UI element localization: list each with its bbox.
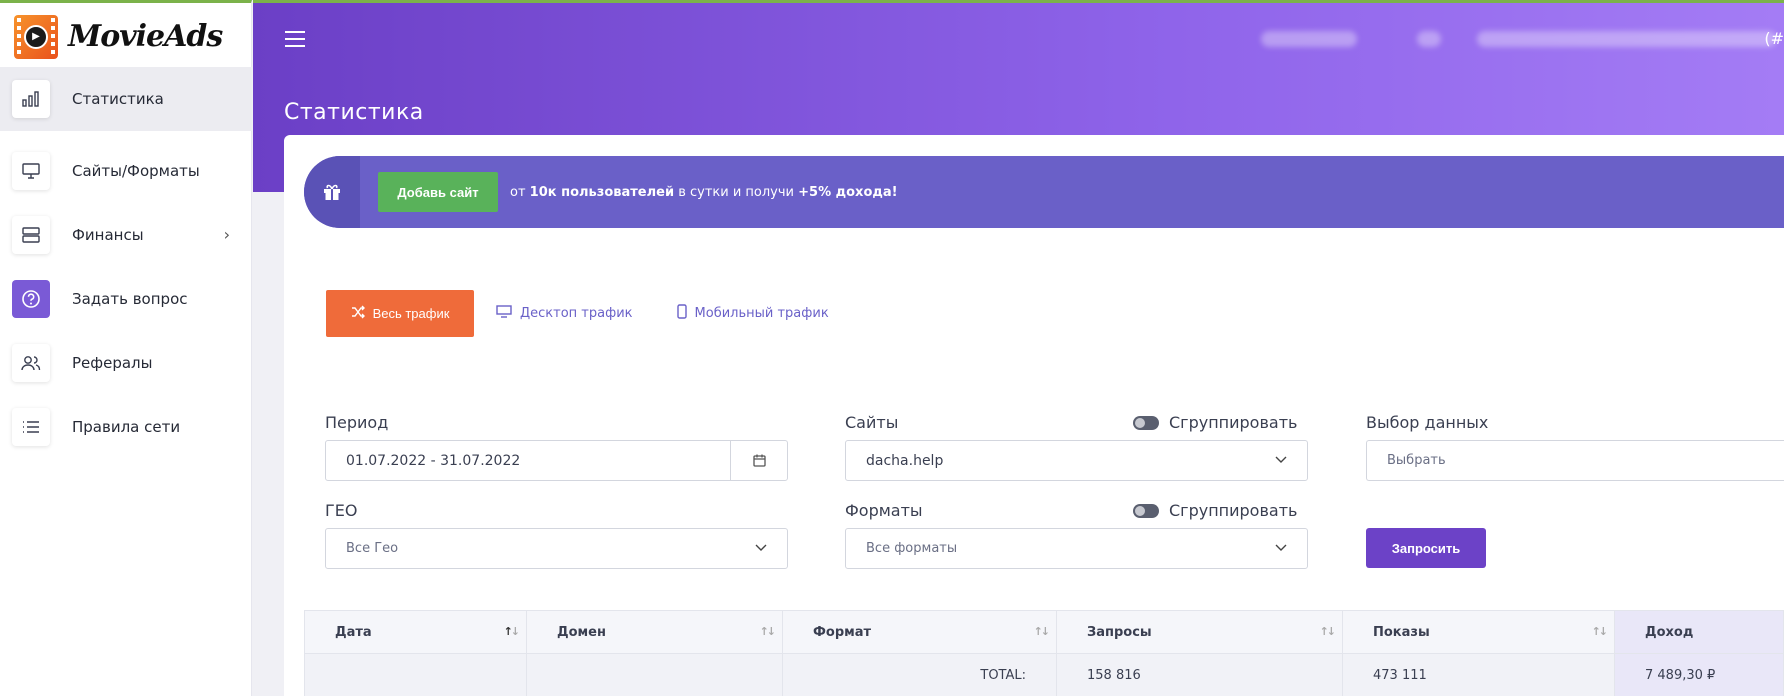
sort-icon[interactable]: ↑↓ bbox=[504, 625, 521, 638]
sort-icon[interactable]: ↑↓ bbox=[1592, 625, 1609, 638]
sort-icon[interactable]: ↑↓ bbox=[760, 625, 777, 638]
sidebar-item-rules[interactable]: Правила сети bbox=[0, 395, 252, 459]
user-email[interactable] bbox=[1477, 31, 1777, 47]
geo-select[interactable]: Все Гео bbox=[325, 528, 788, 569]
film-play-icon: ▶ bbox=[14, 14, 58, 59]
desktop-icon bbox=[496, 305, 512, 322]
tab-mobile-traffic[interactable]: Мобильный трафик bbox=[676, 290, 829, 337]
period-label: Период bbox=[325, 413, 389, 432]
monitor-icon bbox=[12, 152, 50, 190]
question-circle-icon bbox=[12, 280, 50, 318]
promo-text: от 10к пользователей в сутки и получи +5… bbox=[510, 184, 898, 200]
sort-icon[interactable]: ↑↓ bbox=[1320, 625, 1337, 638]
data-select[interactable]: Выбрать bbox=[1366, 440, 1784, 481]
sidebar-item-finance[interactable]: Финансы › bbox=[0, 203, 252, 267]
toggle-switch[interactable] bbox=[1133, 503, 1159, 518]
sidebar-item-label: Финансы bbox=[72, 226, 144, 244]
shuffle-icon bbox=[351, 305, 365, 322]
calendar-icon[interactable] bbox=[730, 441, 787, 480]
sidebar-item-label: Статистика bbox=[72, 90, 164, 108]
mobile-icon bbox=[676, 304, 687, 323]
server-icon bbox=[12, 216, 50, 254]
sidebar-item-statistics[interactable]: Статистика bbox=[0, 67, 252, 131]
sites-group-toggle[interactable]: Сгруппировать bbox=[1133, 413, 1297, 432]
total-income: 7 489,30 ₽ bbox=[1614, 653, 1784, 696]
sites-label: Сайты bbox=[845, 413, 899, 432]
users-icon bbox=[12, 344, 50, 382]
total-domain-cell bbox=[526, 653, 783, 696]
sidebar: ▶ MovieAds Статистика Сайты/Форматы Фина… bbox=[0, 0, 252, 696]
total-impressions: 473 111 bbox=[1342, 653, 1615, 696]
tab-desktop-traffic[interactable]: Десктоп трафик bbox=[496, 290, 633, 337]
traffic-tabs: Весь трафик Десктоп трафик Мобильный тра… bbox=[326, 290, 829, 337]
page-title: Статистика bbox=[284, 100, 424, 125]
formats-group-toggle[interactable]: Сгруппировать bbox=[1133, 501, 1297, 520]
column-header-format[interactable]: Формат ↑↓ bbox=[782, 610, 1057, 654]
total-requests: 158 816 bbox=[1056, 653, 1343, 696]
add-site-button[interactable]: Добавь сайт bbox=[378, 172, 498, 212]
chevron-down-icon bbox=[1275, 541, 1287, 555]
user-id: (# bbox=[1764, 29, 1784, 48]
stats-table: Дата ↑↓ Домен ↑↓ Формат ↑↓ Запросы ↑↓ Показы… bbox=[304, 610, 1784, 696]
sidebar-item-label: Сайты/Форматы bbox=[72, 162, 200, 180]
logo[interactable]: ▶ MovieAds bbox=[0, 3, 251, 70]
sidebar-item-label: Рефералы bbox=[72, 354, 153, 372]
list-icon bbox=[12, 408, 50, 446]
sort-icon[interactable]: ↑↓ bbox=[1034, 625, 1051, 638]
column-header-impressions[interactable]: Показы ↑↓ bbox=[1342, 610, 1615, 654]
period-input[interactable]: 01.07.2022 - 31.07.2022 bbox=[325, 440, 788, 481]
language-selector[interactable] bbox=[1261, 31, 1357, 47]
bar-chart-icon bbox=[12, 80, 50, 118]
formats-select[interactable]: Все форматы bbox=[845, 528, 1308, 569]
chevron-right-icon: › bbox=[223, 225, 230, 244]
sites-select[interactable]: dacha.help bbox=[845, 440, 1308, 481]
sidebar-item-sites[interactable]: Сайты/Форматы bbox=[0, 139, 252, 203]
chevron-down-icon bbox=[755, 541, 767, 555]
column-header-requests[interactable]: Запросы ↑↓ bbox=[1056, 610, 1343, 654]
total-date-cell bbox=[304, 653, 527, 696]
geo-label: ГЕО bbox=[325, 501, 358, 520]
hamburger-menu-icon[interactable] bbox=[285, 31, 305, 52]
sidebar-item-ask-question[interactable]: Задать вопрос bbox=[0, 267, 252, 331]
promo-banner: Добавь сайт от 10к пользователей в сутки… bbox=[304, 156, 1784, 228]
column-header-domain[interactable]: Домен ↑↓ bbox=[526, 610, 783, 654]
data-select-label: Выбор данных bbox=[1366, 413, 1489, 432]
gift-icon bbox=[304, 156, 360, 228]
request-button[interactable]: Запросить bbox=[1366, 528, 1486, 568]
sidebar-item-referrals[interactable]: Рефералы bbox=[0, 331, 252, 395]
tab-all-traffic[interactable]: Весь трафик bbox=[326, 290, 474, 337]
column-header-date[interactable]: Дата ↑↓ bbox=[304, 610, 527, 654]
notification-icon[interactable] bbox=[1417, 31, 1441, 47]
sidebar-item-label: Правила сети bbox=[72, 418, 181, 436]
brand-name: MovieAds bbox=[68, 19, 223, 54]
table-header-row: Дата ↑↓ Домен ↑↓ Формат ↑↓ Запросы ↑↓ Показы… bbox=[304, 610, 1784, 654]
chevron-down-icon bbox=[1275, 453, 1287, 467]
toggle-switch[interactable] bbox=[1133, 415, 1159, 430]
column-header-income[interactable]: Доход bbox=[1614, 610, 1784, 654]
total-label: TOTAL: bbox=[782, 653, 1057, 696]
formats-label: Форматы bbox=[845, 501, 923, 520]
table-row-total: TOTAL: 158 816 473 111 7 489,30 ₽ bbox=[304, 653, 1784, 696]
sidebar-item-label: Задать вопрос bbox=[72, 290, 188, 308]
